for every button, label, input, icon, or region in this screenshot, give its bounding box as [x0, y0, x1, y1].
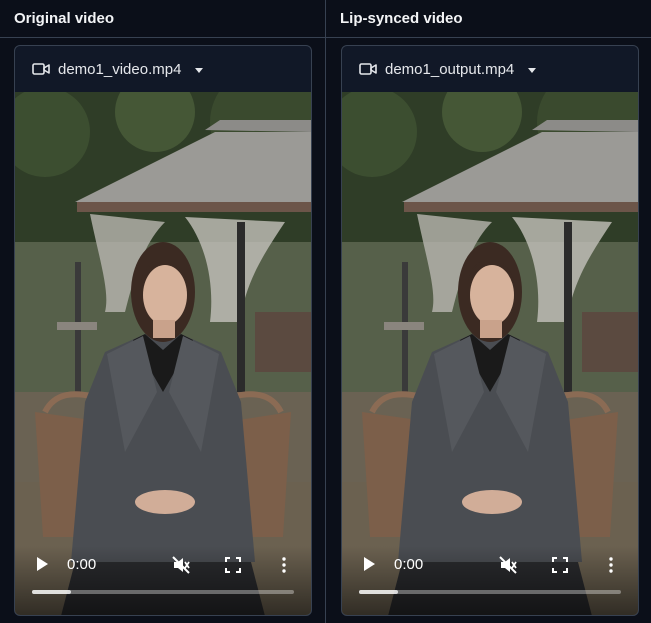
- video-player[interactable]: 0:00: [342, 92, 638, 615]
- buffered-fill: [32, 590, 72, 594]
- current-time: 0:00: [67, 556, 97, 573]
- video-card: demo1_output.mp4 0:00: [341, 45, 639, 616]
- play-icon[interactable]: [35, 556, 49, 572]
- fullscreen-icon[interactable]: [225, 557, 241, 573]
- comparison-row: Original video demo1_video.mp4 0:00 Lip-…: [0, 0, 651, 623]
- video-player[interactable]: 0:00: [15, 92, 311, 615]
- progress-bar[interactable]: [32, 590, 294, 594]
- lip-synced-video-panel: Lip-synced video demo1_output.mp4 0:00: [326, 0, 651, 623]
- video-frame: [342, 92, 638, 615]
- chevron-down-icon[interactable]: [528, 67, 537, 73]
- original-video-panel: Original video demo1_video.mp4 0:00: [0, 0, 326, 623]
- more-vertical-icon[interactable]: [281, 557, 287, 573]
- video-camera-icon: [359, 63, 377, 75]
- panel-title: Lip-synced video: [326, 0, 651, 38]
- video-frame: [15, 92, 311, 615]
- video-controls: 0:00: [15, 546, 311, 615]
- muted-speaker-icon[interactable]: [498, 555, 518, 575]
- current-time: 0:00: [394, 556, 424, 573]
- video-card: demo1_video.mp4 0:00: [14, 45, 312, 616]
- file-name: demo1_video.mp4: [58, 60, 182, 78]
- play-icon[interactable]: [362, 556, 376, 572]
- fullscreen-icon[interactable]: [552, 557, 568, 573]
- panel-title: Original video: [0, 0, 325, 38]
- muted-speaker-icon[interactable]: [171, 555, 191, 575]
- file-selector[interactable]: demo1_output.mp4: [342, 46, 638, 92]
- buffered-fill: [359, 590, 399, 594]
- progress-bar[interactable]: [359, 590, 621, 594]
- file-selector[interactable]: demo1_video.mp4: [15, 46, 311, 92]
- chevron-down-icon[interactable]: [195, 67, 204, 73]
- file-name: demo1_output.mp4: [385, 60, 515, 78]
- video-controls: 0:00: [342, 546, 638, 615]
- more-vertical-icon[interactable]: [608, 557, 614, 573]
- video-camera-icon: [32, 63, 50, 75]
